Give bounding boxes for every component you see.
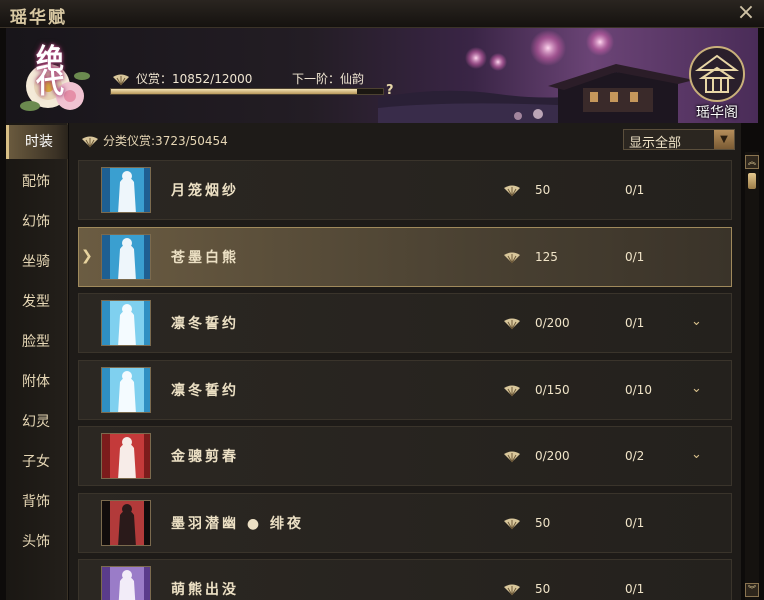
item-thumbnail <box>101 234 151 280</box>
fan-icon <box>504 185 520 197</box>
expand-chevron-icon[interactable]: ⌄ <box>691 381 702 396</box>
table-row[interactable]: 月笼烟纱 50 0/1 <box>78 160 732 220</box>
item-name: 墨羽潜幽 ● 绯夜 <box>171 516 304 532</box>
prestige-value: 10852/12000 <box>172 72 253 86</box>
item-name: 凛冬誓约 <box>171 316 239 332</box>
prestige-progress-bar <box>110 88 384 95</box>
pavilion-label: 瑶华阁 <box>696 105 738 121</box>
sidebar-item-illusion-accessory[interactable]: 幻饰 <box>6 205 68 239</box>
sidebar-item-accessory[interactable]: 配饰 <box>6 165 68 199</box>
scroll-thumb[interactable] <box>748 173 756 189</box>
item-prestige: 0/200 <box>535 316 570 330</box>
item-name: 凛冬誓约 <box>171 383 239 399</box>
item-name: 苍墨白熊 <box>171 250 239 266</box>
sidebar-item-mount[interactable]: 坐骑 <box>6 245 68 279</box>
item-prestige: 0/200 <box>535 449 570 463</box>
item-name: 月笼烟纱 <box>171 183 239 199</box>
item-count: 0/1 <box>625 183 645 197</box>
main-panel: 分类仪赏:3723/50454 显示全部 ▼ 月笼烟纱 50 0/1 ❯ 苍墨白熊 125… <box>69 123 741 600</box>
item-prestige: 125 <box>535 250 558 264</box>
prestige-progress-fill <box>111 89 357 94</box>
table-row[interactable]: ❯ 苍墨白熊 125 0/1 <box>78 227 732 287</box>
filter-selected-value: 显示全部 <box>629 136 682 151</box>
expand-chevron-icon[interactable]: ⌄ <box>691 447 702 462</box>
rank-badge: 绝代 <box>12 34 98 120</box>
prestige-info: 仪赏：10852/12000 <box>112 70 252 87</box>
item-list: 月笼烟纱 50 0/1 ❯ 苍墨白熊 125 0/1 凛冬誓约 0/200 0/1 ⌄ 凛冬誓约 0/1… <box>78 160 732 600</box>
rank-title: 绝代 <box>32 44 65 92</box>
table-row[interactable]: 凛冬誓约 0/150 0/10 ⌄ <box>78 360 732 420</box>
next-tier: 下一阶：仙韵 <box>292 72 365 86</box>
fan-icon <box>504 584 520 596</box>
dropdown-arrow-icon[interactable]: ▼ <box>714 130 734 149</box>
prestige-label: 仪赏： <box>136 72 173 86</box>
sidebar-item-children[interactable]: 子女 <box>6 445 68 479</box>
fan-icon <box>504 385 520 397</box>
item-count: 0/1 <box>625 516 645 530</box>
item-count: 0/10 <box>625 383 652 397</box>
fan-icon <box>504 518 520 530</box>
filter-dropdown[interactable]: 显示全部 ▼ <box>623 129 735 151</box>
sidebar-item-fashion[interactable]: 时装 <box>6 125 68 159</box>
item-prestige: 0/150 <box>535 383 570 397</box>
scroll-down-button[interactable]: ︾ <box>745 583 759 597</box>
category-sidebar: 时装 配饰 幻饰 坐骑 发型 脸型 附体 幻灵 子女 背饰 头饰 <box>6 123 68 600</box>
item-count: 0/1 <box>625 316 645 330</box>
sidebar-item-face[interactable]: 脸型 <box>6 325 68 359</box>
fan-icon <box>113 74 129 85</box>
category-prestige: 分类仪赏:3723/50454 <box>81 132 228 149</box>
item-thumbnail <box>101 300 151 346</box>
pavilion-icon <box>689 46 745 102</box>
table-row[interactable]: 金骢剪春 0/200 0/2 ⌄ <box>78 426 732 486</box>
item-thumbnail <box>101 367 151 413</box>
scrollbar[interactable]: ︽ ︾ <box>745 152 759 600</box>
close-button[interactable]: × <box>734 1 758 25</box>
fan-icon <box>504 318 520 330</box>
fan-icon <box>504 252 520 264</box>
help-icon[interactable]: ? <box>386 83 394 98</box>
item-count: 0/1 <box>625 582 645 596</box>
sidebar-item-head[interactable]: 头饰 <box>6 525 68 559</box>
item-name: 金骢剪春 <box>171 449 239 465</box>
category-prestige-value: :3723/50454 <box>151 134 228 148</box>
title-bar: 瑶华赋 × <box>0 0 764 28</box>
sidebar-item-hairstyle[interactable]: 发型 <box>6 285 68 319</box>
fan-icon <box>82 136 98 147</box>
category-prestige-label: 分类仪赏 <box>103 134 152 148</box>
table-row[interactable]: 萌熊出没 50 0/1 <box>78 559 732 600</box>
pavilion-button[interactable]: 瑶华阁 <box>688 44 746 121</box>
selected-marker-icon: ❯ <box>81 248 93 264</box>
expand-chevron-icon[interactable]: ⌄ <box>691 314 702 329</box>
item-thumbnail <box>101 433 151 479</box>
window-title: 瑶华赋 <box>10 8 67 28</box>
sidebar-item-spirit[interactable]: 幻灵 <box>6 405 68 439</box>
sidebar-item-possession[interactable]: 附体 <box>6 365 68 399</box>
item-prestige: 50 <box>535 582 551 596</box>
sidebar-item-back[interactable]: 背饰 <box>6 485 68 519</box>
table-row[interactable]: 凛冬誓约 0/200 0/1 ⌄ <box>78 293 732 353</box>
item-count: 0/2 <box>625 449 645 463</box>
item-thumbnail <box>101 566 151 600</box>
table-row[interactable]: 墨羽潜幽 ● 绯夜 50 0/1 <box>78 493 732 553</box>
item-name: 萌熊出没 <box>171 582 239 598</box>
item-count: 0/1 <box>625 250 645 264</box>
item-thumbnail <box>101 500 151 546</box>
item-thumbnail <box>101 167 151 213</box>
item-prestige: 50 <box>535 516 551 530</box>
prestige-header: 绝代 仪赏：10852/12000 下一阶：仙韵 ? 瑶华阁 <box>6 28 758 123</box>
item-prestige: 50 <box>535 183 551 197</box>
fan-icon <box>504 451 520 463</box>
scroll-up-button[interactable]: ︽ <box>745 155 759 169</box>
